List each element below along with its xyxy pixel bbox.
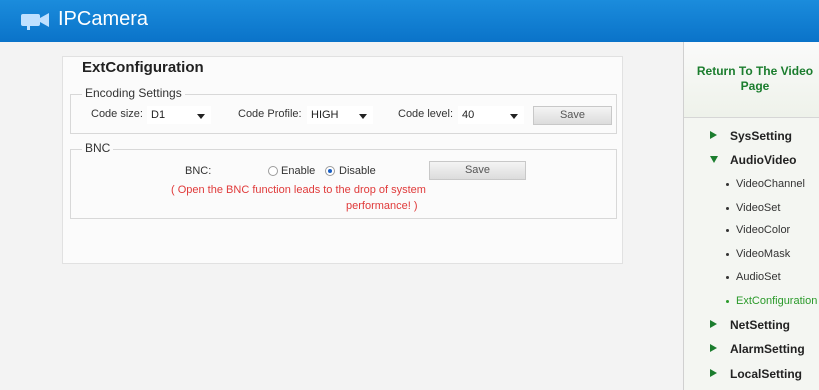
brand-title: IPCamera <box>58 8 149 30</box>
camera-icon <box>21 13 49 30</box>
bullet-icon <box>726 300 729 303</box>
code-size-label: Code size: <box>91 108 143 120</box>
sidebar: Return To The Video Page SysSetting Audi… <box>683 42 819 390</box>
sidebar-item-label: VideoChannel <box>736 178 805 190</box>
bnc-save-button[interactable]: Save <box>429 161 526 180</box>
sidebar-group-label: NetSetting <box>730 318 790 332</box>
return-link-line1: Return To The Video <box>696 64 814 78</box>
triangle-right-icon <box>710 131 717 139</box>
bullet-icon <box>726 229 729 232</box>
bullet-icon <box>726 253 729 256</box>
encoding-legend: Encoding Settings <box>82 86 185 100</box>
code-profile-select[interactable]: HIGH <box>307 106 373 124</box>
bnc-legend: BNC <box>82 141 114 155</box>
bnc-enable-label[interactable]: Enable <box>281 165 315 177</box>
sidebar-item-label: VideoColor <box>736 224 791 236</box>
code-level-select[interactable]: 40 <box>458 106 524 124</box>
chevron-down-icon <box>197 114 205 119</box>
triangle-right-icon <box>710 344 717 352</box>
sidebar-header: Return To The Video Page <box>684 42 819 118</box>
triangle-right-icon <box>710 320 717 328</box>
chevron-down-icon <box>510 114 518 119</box>
triangle-right-icon <box>710 369 717 377</box>
code-profile-label: Code Profile: <box>238 108 302 120</box>
code-size-select[interactable]: D1 <box>147 106 211 124</box>
top-header: IPCamera <box>0 0 819 42</box>
sidebar-group-label: SysSetting <box>730 129 793 143</box>
page-title: ExtConfiguration <box>82 59 204 76</box>
bnc-disable-label[interactable]: Disable <box>339 165 376 177</box>
sidebar-item-label: VideoMask <box>736 248 791 260</box>
sidebar-group-label: LocalSetting <box>730 367 803 381</box>
return-link-line2: Page <box>740 79 770 93</box>
bullet-icon <box>726 276 729 279</box>
triangle-down-icon <box>710 156 718 163</box>
bullet-icon <box>726 183 729 186</box>
encoding-save-button[interactable]: Save <box>533 106 612 125</box>
sidebar-item-label: VideoSet <box>736 202 781 214</box>
code-level-value: 40 <box>462 109 475 121</box>
bnc-warning-line2: performance! ) <box>346 200 418 212</box>
bnc-warning-line1: ( Open the BNC function leads to the dro… <box>171 184 426 196</box>
sidebar-group-label: AlarmSetting <box>730 342 805 356</box>
bullet-icon <box>726 207 729 210</box>
code-level-label: Code level: <box>398 108 454 120</box>
sidebar-group-label: AudioVideo <box>730 153 797 167</box>
bnc-enable-radio[interactable] <box>268 166 278 176</box>
bnc-disable-radio[interactable] <box>325 166 335 176</box>
return-to-video-link[interactable]: Return To The Video Page <box>690 64 819 94</box>
code-size-value: D1 <box>151 109 166 121</box>
sidebar-item-label: AudioSet <box>736 271 781 283</box>
chevron-down-icon <box>359 114 367 119</box>
code-profile-value: HIGH <box>311 109 339 121</box>
sidebar-item-label: ExtConfiguration <box>736 295 818 307</box>
bnc-label: BNC: <box>185 165 212 177</box>
